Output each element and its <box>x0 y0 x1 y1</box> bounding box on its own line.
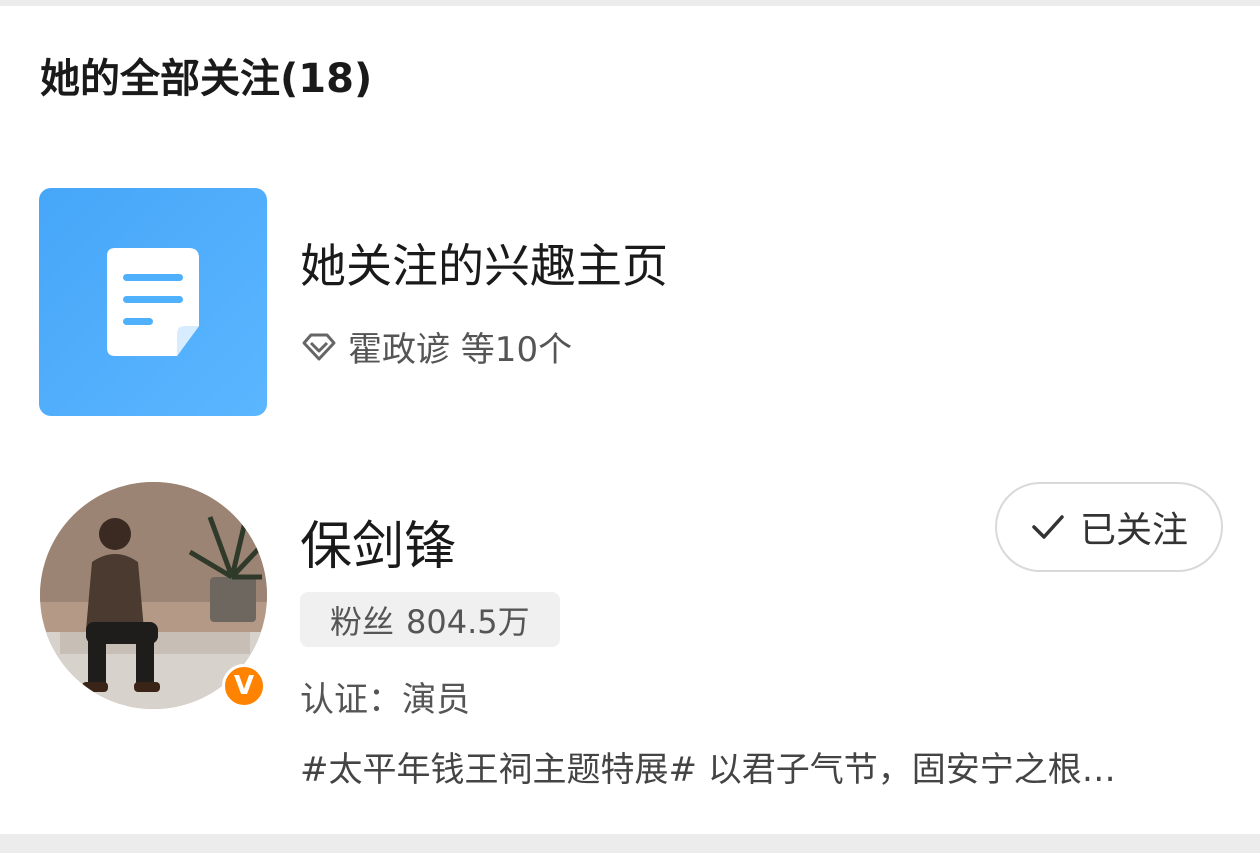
interest-title[interactable]: 她关注的兴趣主页 <box>300 230 668 296</box>
fans-count: 804.5万 <box>406 602 530 641</box>
certification-text: 认证：演员 <box>300 680 470 720</box>
page-title: 她的全部关注(18) <box>40 56 373 102</box>
verified-badge: V <box>222 664 266 708</box>
diamond-icon <box>302 333 336 360</box>
top-divider <box>0 0 1260 6</box>
fans-count-badge: 粉丝 804.5万 <box>300 592 560 647</box>
fans-label: 粉丝 <box>330 602 395 641</box>
user-bio: #太平年钱王祠主题特展# 以君子气节，固安宁之根… <box>300 750 1116 790</box>
interest-subtitle: 霍政谚 等10个 <box>300 322 572 371</box>
interest-subtitle-text: 霍政谚 等10个 <box>348 330 573 370</box>
bottom-divider <box>0 834 1260 853</box>
document-icon <box>107 248 199 356</box>
user-name[interactable]: 保剑锋 <box>300 504 456 579</box>
follow-button[interactable]: 已关注 <box>995 482 1223 572</box>
follow-button-label: 已关注 <box>1079 510 1188 551</box>
check-icon <box>1032 515 1064 539</box>
interest-tile[interactable] <box>39 188 267 416</box>
